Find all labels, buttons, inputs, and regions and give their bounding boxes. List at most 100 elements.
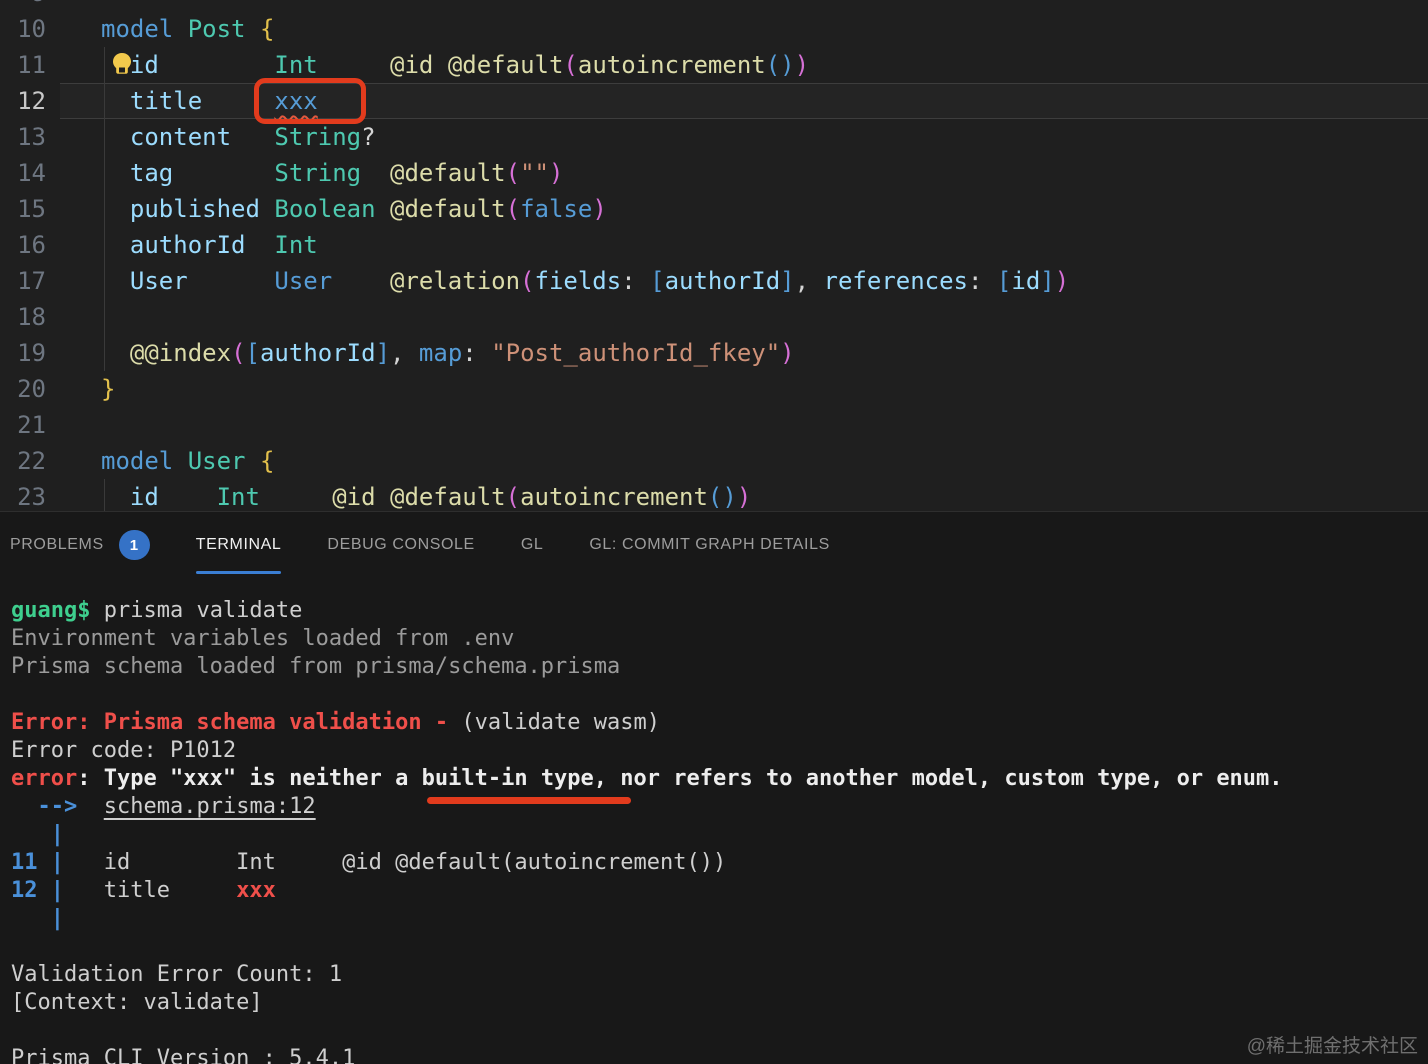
token: --> (37, 794, 78, 819)
token: (validate wasm) (448, 710, 661, 735)
token: @default (390, 195, 506, 223)
terminal-line: Validation Error Count: 1 (11, 961, 1428, 989)
terminal-line: 12 | title xxx (11, 877, 1428, 905)
line-number: 21 (17, 411, 46, 439)
indent-guide (104, 47, 105, 371)
tab-problems[interactable]: PROBLEMS 1 (10, 512, 150, 578)
terminal-line: guang$ prisma validate (11, 597, 1428, 625)
terminal-line: error: Type "xxx" is neither a built-in … (11, 765, 1428, 793)
code-line-content: @@index([authorId], map: "Post_authorId_… (60, 335, 1428, 371)
token: () (707, 483, 737, 511)
token: { (259, 15, 275, 43)
token: User (129, 267, 188, 295)
token: title (129, 87, 203, 115)
token: 12 (11, 878, 38, 903)
token: Prisma CLI Version : 5.4.1 (11, 1046, 356, 1064)
terminal-line: | (11, 905, 1428, 933)
code-line-content: authorId Int (60, 227, 1428, 263)
code-line: 15 published Boolean @default(false) (0, 191, 1428, 227)
code-line-content: tag String @default("") (60, 155, 1428, 191)
tab-terminal[interactable]: TERMINAL (195, 512, 282, 578)
token: @default (390, 483, 506, 511)
token: false (520, 195, 593, 223)
lightbulb-icon[interactable] (110, 52, 134, 78)
terminal-line: 11 | id Int @id @default(autoincrement()… (11, 849, 1428, 877)
vscode-window: 910model Post {11 id Int @id @default(au… (0, 0, 1428, 1064)
line-number: 15 (17, 195, 46, 223)
token: 11 (11, 850, 38, 875)
terminal-output[interactable]: guang$ prisma validate Environment variab… (0, 578, 1428, 1064)
token: title (64, 878, 237, 903)
token: @default (447, 51, 564, 79)
code-line: 22 model User { (0, 443, 1428, 479)
bottom-panel: PROBLEMS 1 TERMINAL DEBUG CONSOLE GL GL:… (0, 511, 1428, 1064)
tab-gl[interactable]: GL (521, 512, 544, 578)
terminal-line: | (11, 821, 1428, 849)
token: @@index (129, 339, 232, 367)
token: [ (650, 267, 665, 295)
token: guang$ (11, 598, 91, 623)
token: @default (390, 159, 506, 187)
code-line-content: id Int @id @default(autoincrement()) (60, 479, 1428, 511)
token: ) (780, 339, 795, 367)
tab-debug-console[interactable]: DEBUG CONSOLE (327, 512, 474, 578)
code-line: 9 (0, 0, 1428, 11)
token: Error: Prisma schema validation - (11, 710, 449, 735)
token: ( (505, 195, 521, 223)
token: ] (375, 339, 391, 367)
line-number: 11 (17, 51, 46, 79)
token: ) (592, 195, 607, 223)
token: () (765, 51, 795, 79)
code-line-content (60, 0, 1428, 11)
code-line-content: } (60, 371, 1428, 407)
code-line: 19 @@index([authorId], map: "Post_author… (0, 335, 1428, 371)
token: Post (187, 15, 246, 43)
code-editor[interactable]: 910model Post {11 id Int @id @default(au… (0, 0, 1428, 511)
tab-debug-console-label: DEBUG CONSOLE (327, 536, 475, 553)
token: ( (231, 339, 246, 367)
token: Boolean (274, 195, 376, 223)
code-line: 11 id Int @id @default(autoincrement()) (0, 47, 1428, 83)
token: | (50, 878, 64, 903)
code-line: 13 content String? (0, 119, 1428, 155)
token: ) (548, 159, 564, 187)
token: [ (996, 267, 1012, 295)
token: autoincrement (520, 483, 708, 511)
token: ) (794, 51, 810, 79)
token: | (50, 850, 64, 875)
terminal-line: Prisma CLI Version : 5.4.1 (11, 1045, 1428, 1064)
token: published (129, 195, 260, 223)
token: @id (390, 51, 434, 79)
token: , (794, 267, 824, 295)
line-number: 13 (17, 123, 46, 151)
code-line: 18 (0, 299, 1428, 335)
tab-gl-commit-graph[interactable]: GL: COMMIT GRAPH DETAILS (589, 512, 830, 578)
editor-lines: 910model Post {11 id Int @id @default(au… (0, 0, 1428, 511)
token: references (823, 267, 969, 295)
token: Prisma schema loaded from prisma/schema.… (11, 654, 621, 679)
file-link[interactable]: schema.prisma:12 (104, 794, 316, 819)
line-number: 9 (0, 0, 60, 11)
tab-terminal-label: TERMINAL (195, 536, 282, 553)
token: Int (274, 51, 318, 79)
token: authorId (259, 339, 376, 367)
terminal-line: Environment variables loaded from .env (11, 625, 1428, 653)
token: , (390, 339, 419, 367)
terminal-line: Error code: P1012 (11, 737, 1428, 765)
token: } (101, 375, 116, 403)
code-line: 17 User User @relation(fields: [authorId… (0, 263, 1428, 299)
token: [Context: validate] (11, 990, 263, 1015)
token: Validation Error Count: 1 (11, 962, 343, 987)
